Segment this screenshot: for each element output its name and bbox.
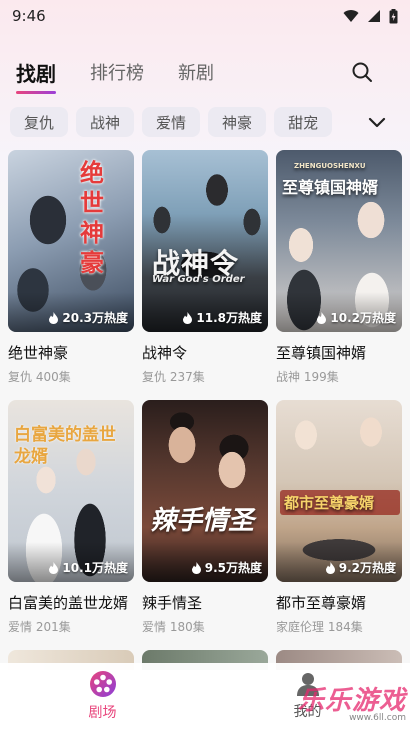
heat-value: 10.1万热度 [62, 561, 128, 575]
drama-poster: 辣手情圣 9.5万热度 [142, 400, 268, 582]
nav-profile[interactable]: 我的 [205, 663, 410, 729]
drama-poster: 都市至尊豪婿 9.2万热度 [276, 400, 402, 582]
tab-new-drama[interactable]: 新剧 [178, 54, 214, 90]
drama-title: 至尊镇国神婿 [276, 344, 367, 362]
drama-poster: 白富美的盖世龙婿 10.1万热度 [8, 400, 134, 582]
poster-subtitle: ZHENGUOSHENXU [294, 162, 366, 170]
battery-charging-icon [389, 8, 398, 23]
drama-meta: 复仇 400集 [8, 368, 134, 385]
drama-grid: 绝世神豪 20.3万热度 绝世神豪 复仇 400集 战神令 War God's … [8, 150, 402, 650]
status-icons [343, 8, 398, 24]
drama-episodes: 180集 [169, 620, 205, 634]
poster-title: 都市至尊豪婿 [280, 490, 400, 515]
heat-value: 10.2万热度 [330, 311, 396, 325]
nav-label: 剧场 [88, 705, 117, 721]
heat-badge: 9.2万热度 [325, 559, 396, 576]
poster-title: 辣手情圣 [150, 506, 255, 536]
drama-title: 绝世神豪 [8, 344, 69, 362]
drama-episodes: 400集 [35, 370, 71, 384]
nav-theater[interactable]: 剧场 [0, 663, 205, 729]
flame-icon [49, 311, 59, 324]
chip-tycoon[interactable]: 神豪 [208, 107, 267, 137]
signal-icon [368, 10, 380, 22]
drama-genre: 爱情 [142, 620, 167, 634]
poster-subtitle: War God's Order [152, 274, 245, 285]
drama-title: 白富美的盖世龙婿 [8, 594, 129, 612]
heat-badge: 20.3万热度 [48, 309, 128, 326]
drama-meta: 爱情 201集 [8, 618, 134, 635]
flame-icon [325, 561, 335, 574]
drama-episodes: 184集 [327, 620, 363, 634]
drama-poster: ZHENGUOSHENXU 至尊镇国神婿 10.2万热度 [276, 150, 402, 332]
drama-genre: 家庭伦理 [276, 620, 325, 634]
top-tabs: 找剧 排行榜 新剧 [0, 52, 410, 94]
heat-value: 9.2万热度 [338, 561, 396, 575]
drama-meta: 战神 199集 [276, 368, 402, 385]
poster-title: 至尊镇国神婿 [282, 178, 379, 197]
drama-card[interactable]: 绝世神豪 20.3万热度 绝世神豪 复仇 400集 [8, 150, 134, 400]
drama-card[interactable]: 战神令 War God's Order 11.8万热度 战神令 复仇 237集 [142, 150, 268, 400]
chip-sweet[interactable]: 甜宠 [274, 107, 333, 137]
tab-find-drama[interactable]: 找剧 [16, 54, 56, 94]
drama-title: 辣手情圣 [142, 594, 203, 612]
profile-icon [296, 673, 319, 696]
status-time: 9:46 [12, 7, 46, 25]
heat-badge: 11.8万热度 [182, 309, 262, 326]
drama-card[interactable]: ZHENGUOSHENXU 至尊镇国神婿 10.2万热度 至尊镇国神婿 战神 1… [276, 150, 402, 400]
status-bar: 9:46 [0, 0, 410, 32]
drama-episodes: 201集 [35, 620, 71, 634]
drama-genre: 复仇 [8, 370, 33, 384]
drama-episodes: 199集 [303, 370, 339, 384]
drama-card[interactable]: 都市至尊豪婿 9.2万热度 都市至尊豪婿 家庭伦理 184集 [276, 400, 402, 650]
poster-title: 白富美的盖世龙婿 [14, 425, 116, 467]
drama-card[interactable]: 辣手情圣 9.5万热度 辣手情圣 爱情 180集 [142, 400, 268, 650]
flame-icon [49, 561, 59, 574]
wifi-icon [343, 10, 359, 22]
flame-icon [183, 311, 193, 324]
drama-title: 都市至尊豪婿 [276, 594, 367, 612]
heat-value: 11.8万热度 [196, 311, 262, 325]
nav-label: 我的 [293, 704, 322, 720]
bottom-nav: 剧场 我的 [0, 663, 410, 729]
drama-card[interactable]: 白富美的盖世龙婿 10.1万热度 白富美的盖世龙婿 爱情 201集 [8, 400, 134, 650]
drama-meta: 家庭伦理 184集 [276, 618, 402, 635]
drama-genre: 战神 [276, 370, 301, 384]
heat-badge: 10.2万热度 [316, 309, 396, 326]
search-icon[interactable] [350, 60, 374, 84]
tab-ranking[interactable]: 排行榜 [90, 54, 144, 90]
chip-war-god[interactable]: 战神 [76, 107, 135, 137]
drama-meta: 复仇 237集 [142, 368, 268, 385]
drama-episodes: 237集 [169, 370, 205, 384]
chip-revenge[interactable]: 复仇 [10, 107, 69, 137]
poster-title: 绝世神豪 [80, 159, 104, 277]
flame-icon [317, 311, 327, 324]
heat-value: 9.5万热度 [204, 561, 262, 575]
drama-meta: 爱情 180集 [142, 618, 268, 635]
heat-value: 20.3万热度 [62, 311, 128, 325]
drama-genre: 复仇 [142, 370, 167, 384]
drama-genre: 爱情 [8, 620, 33, 634]
heat-badge: 9.5万热度 [191, 559, 262, 576]
category-chips: 复仇 战神 爱情 神豪 甜宠 [10, 107, 410, 137]
drama-poster: 绝世神豪 20.3万热度 [8, 150, 134, 332]
chip-romance[interactable]: 爱情 [142, 107, 201, 137]
drama-poster: 战神令 War God's Order 11.8万热度 [142, 150, 268, 332]
heat-badge: 10.1万热度 [48, 559, 128, 576]
film-reel-icon [89, 671, 116, 697]
drama-title: 战神令 [142, 344, 188, 362]
chevron-down-icon[interactable] [366, 111, 388, 133]
flame-icon [191, 561, 201, 574]
